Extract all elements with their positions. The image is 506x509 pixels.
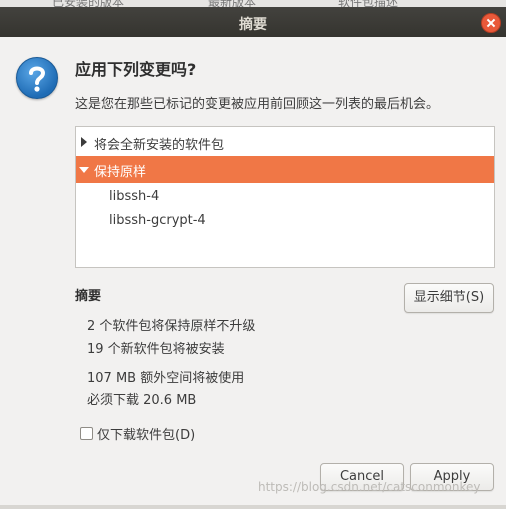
dialog-description: 这是您在那些已标记的变更被应用前回顾这一列表的最后机会。 [75,97,440,112]
expander-expanded-icon[interactable] [79,167,89,173]
summary-line: 必须下载 20.6 MB [87,393,197,408]
title-bar[interactable]: 摘要 [0,7,506,37]
tree-item-new-packages[interactable]: 将会全新安装的软件包 [76,132,494,153]
tree-child-item[interactable]: libssh-4 [76,187,494,207]
tree-item-label: 保持原样 [94,165,147,180]
package-name: libssh-4 [109,189,160,204]
tree-item-label: 将会全新安装的软件包 [94,138,225,153]
summary-line: 2 个软件包将保持原样不升级 [87,319,256,334]
question-icon [16,57,58,99]
summary-line: 19 个新软件包将被安装 [87,342,225,357]
dialog-heading: 应用下列变更吗? [75,60,197,79]
summary-line: 107 MB 额外空间将被使用 [87,371,245,386]
close-icon[interactable] [481,13,501,33]
window-bottom-edge [0,505,506,509]
package-name: libssh-gcrypt-4 [109,213,206,228]
download-only-checkbox[interactable] [80,427,93,440]
show-details-button[interactable]: 显示细节(S) [404,283,494,313]
window-title: 摘要 [239,17,267,33]
watermark-text: https://blog.csdn.net/catsconmonkey [258,480,481,494]
changes-tree[interactable]: 将会全新安装的软件包 保持原样 libssh-4 libssh-gcrypt-4 [75,126,495,268]
expander-collapsed-icon[interactable] [81,137,87,147]
download-only-label[interactable]: 仅下载软件包(D) [97,424,195,443]
tree-item-keep[interactable]: 保持原样 [76,156,494,183]
tree-child-item[interactable]: libssh-gcrypt-4 [76,211,494,231]
summary-title: 摘要 [75,289,102,304]
